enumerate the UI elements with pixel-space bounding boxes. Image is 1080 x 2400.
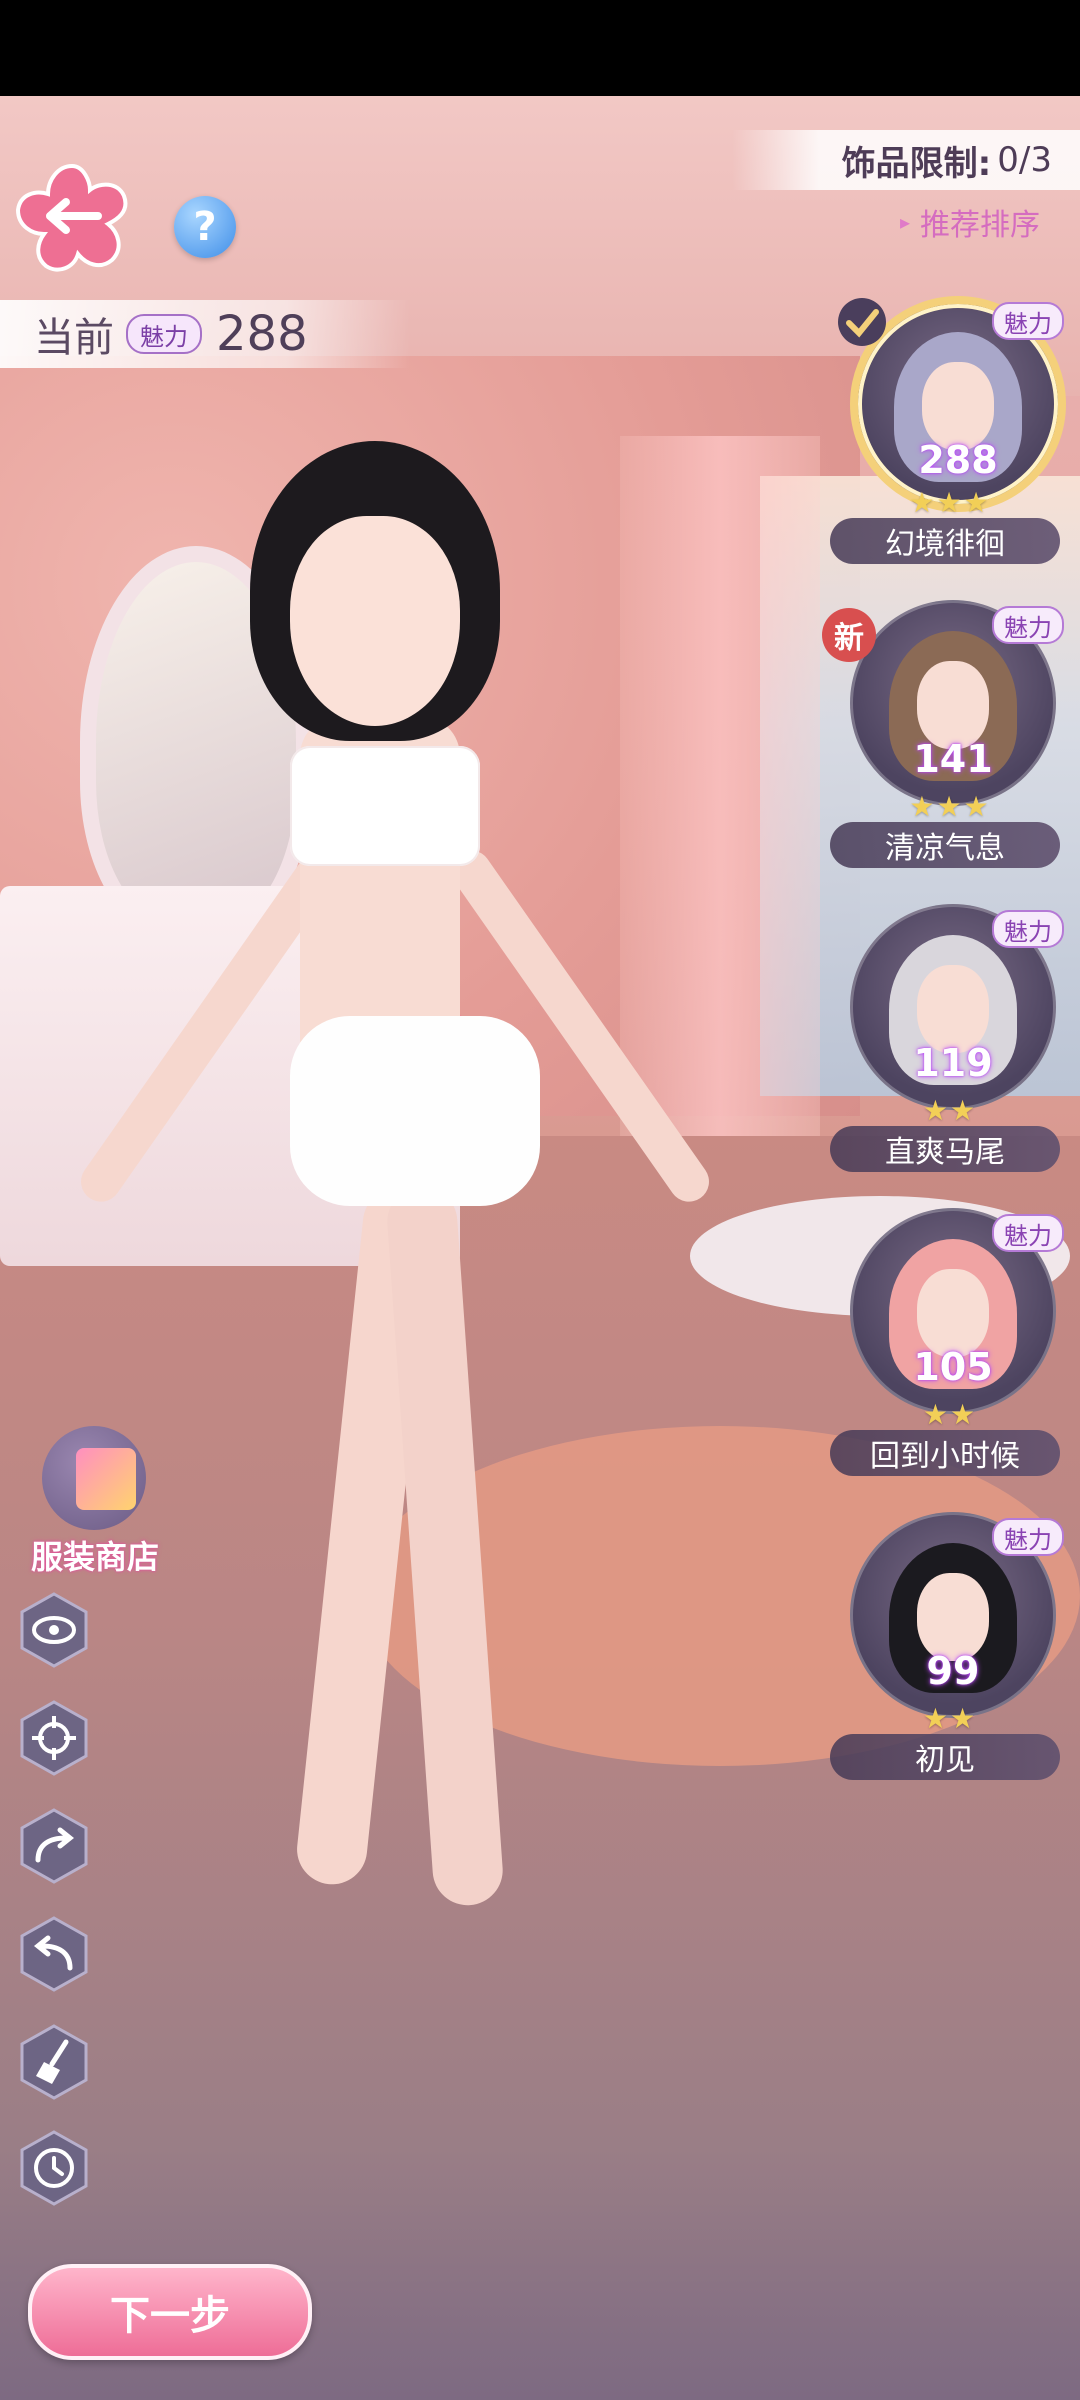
bag-shape — [76, 1448, 136, 1510]
back-button[interactable] — [12, 160, 132, 276]
accessory-limit-value: 0/3 — [997, 140, 1052, 180]
clothing-shop-button[interactable]: 服装商店 — [30, 1426, 160, 1586]
sort-label: 推荐排序 — [920, 208, 1040, 243]
room-curtain — [620, 436, 820, 1196]
accessory-limit-label: 饰品限制: — [841, 143, 992, 184]
clothing-shop-label: 服装商店 — [30, 1538, 159, 1576]
caret-right-icon: ▸ — [899, 210, 910, 234]
charm-tag: 魅力 — [992, 1518, 1064, 1556]
hair-name: 幻境徘徊 — [830, 518, 1060, 564]
redo-button[interactable] — [16, 1808, 92, 1884]
hair-score: 119 — [913, 1041, 993, 1085]
hair-name: 清凉气息 — [830, 822, 1060, 868]
hair-score: 141 — [913, 737, 993, 781]
hair-item[interactable]: 99 魅力 ★★ 初见 — [830, 1512, 1064, 1802]
hair-name: 直爽马尾 — [830, 1126, 1060, 1172]
new-badge: 新 — [822, 608, 876, 662]
avatar-face — [917, 965, 989, 1053]
next-step-button[interactable]: 下一步 — [28, 2264, 312, 2360]
charm-tag: 魅力 — [992, 910, 1064, 948]
charm-tag: 魅力 — [992, 302, 1064, 340]
undo-button[interactable] — [16, 1916, 92, 1992]
star-rating: ★★★ — [909, 790, 991, 823]
hair-item[interactable]: 119 魅力 ★★ 直爽马尾 — [830, 904, 1064, 1194]
hair-item[interactable]: 105 魅力 ★★ 回到小时候 — [830, 1208, 1064, 1498]
eye-icon — [20, 1592, 88, 1668]
charm-tag: 魅力 — [992, 1214, 1064, 1252]
check-icon — [838, 298, 886, 346]
view-toggle-button[interactable] — [16, 1592, 92, 1668]
star-rating: ★★ — [922, 1398, 978, 1431]
history-button[interactable] — [16, 2130, 92, 2206]
character-face — [290, 516, 460, 726]
accessory-limit-bar: 饰品限制: 0/3 — [732, 130, 1080, 190]
next-step-label: 下一步 — [110, 2293, 230, 2339]
clear-button[interactable] — [16, 2024, 92, 2100]
charm-tag: 魅力 — [992, 606, 1064, 644]
current-charm-value: 288 — [216, 306, 308, 362]
star-rating: ★★ — [922, 1094, 978, 1127]
hair-score: 288 — [918, 438, 998, 482]
sort-button[interactable]: ▸ 推荐排序 — [900, 194, 1040, 250]
shopping-bag-icon — [42, 1426, 146, 1530]
avatar-face — [922, 362, 994, 450]
character-top — [290, 746, 480, 866]
hair-score: 99 — [926, 1649, 980, 1693]
hair-item[interactable]: 141 新 魅力 ★★★ 清凉气息 — [822, 600, 1064, 890]
undo-icon — [20, 1916, 88, 1992]
current-label: 当前 — [34, 315, 114, 361]
history-icon — [20, 2130, 88, 2206]
character-shorts — [290, 1016, 540, 1206]
target-icon — [20, 1700, 88, 1776]
help-icon: ? — [193, 204, 217, 250]
avatar-face — [917, 661, 989, 749]
back-arrow-icon — [15, 163, 128, 272]
redo-icon — [20, 1808, 88, 1884]
avatar-face — [917, 1573, 989, 1661]
hair-name: 初见 — [830, 1734, 1060, 1780]
help-button[interactable]: ? — [174, 196, 236, 258]
hair-item[interactable]: 288 魅力 ★★★ 幻境徘徊 — [830, 296, 1066, 586]
star-rating: ★★ — [922, 1702, 978, 1735]
charm-badge: 魅力 — [126, 314, 202, 354]
hair-score: 105 — [913, 1345, 993, 1389]
status-bar — [0, 0, 1080, 96]
avatar-face — [917, 1269, 989, 1357]
star-rating: ★★★ — [909, 486, 991, 519]
hair-name: 回到小时候 — [830, 1430, 1060, 1476]
focus-button[interactable] — [16, 1700, 92, 1776]
current-charm-bar: 当前 魅力 288 — [0, 300, 410, 368]
broom-icon — [20, 2024, 88, 2100]
